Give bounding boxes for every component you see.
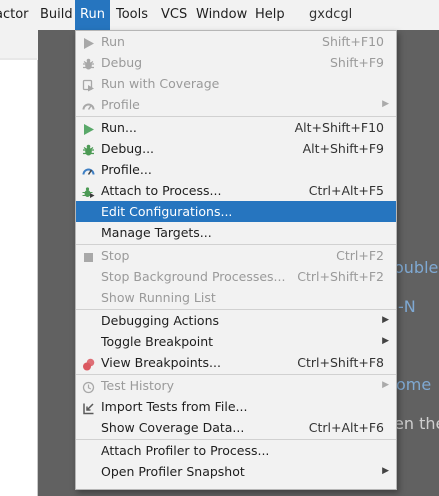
profile-icon <box>82 98 95 111</box>
menu-item-label: Run... <box>101 120 137 135</box>
attach-icon <box>82 184 95 198</box>
menu-item-debug: Debug Shift+F9 <box>76 52 396 73</box>
menu-run[interactable]: Run <box>75 0 110 30</box>
menu-item-label: Profile <box>101 97 140 112</box>
debug-icon <box>82 56 95 70</box>
menu-item-label: Import Tests from File... <box>101 399 248 414</box>
submenu-arrow-icon: ▶ <box>382 99 389 109</box>
menu-item-label: Run <box>101 34 125 49</box>
menu-item-profile: Profile ▶ <box>76 94 396 115</box>
project-name: gxdcgl <box>309 7 353 22</box>
menu-bar: actor BuildRunTools VCS Window Help gxdcgl <box>0 0 439 30</box>
menu-item-shortcut: Shift+F10 <box>322 34 384 49</box>
menu-item-import-tests-from-file[interactable]: Import Tests from File... <box>76 396 396 417</box>
menu-item-stop-background-processes: Stop Background Processes... Ctrl+Shift+F… <box>76 266 396 287</box>
submenu-arrow-icon: ▶ <box>382 315 389 325</box>
menu-item-label: Profile... <box>101 162 152 177</box>
menu-item-label: Stop Background Processes... <box>101 269 286 284</box>
menu-item-stop: Stop Ctrl+F2 <box>76 245 396 266</box>
menu-item-shortcut: Ctrl+Alt+F5 <box>308 183 384 198</box>
background-text: ome <box>396 375 432 394</box>
menu-item-label: Attach Profiler to Process... <box>101 443 270 458</box>
menu-item-label: Show Coverage Data... <box>101 420 245 435</box>
menu-item-label: Debug... <box>101 141 155 156</box>
background-text: en the <box>394 414 439 433</box>
import-icon <box>82 400 95 415</box>
menu-help[interactable]: Help <box>255 0 285 30</box>
menu-item-attach-profiler-to-process[interactable]: Attach Profiler to Process... <box>76 440 396 461</box>
menu-tools[interactable]: Tools <box>116 0 148 30</box>
menu-item-shortcut: Alt+Shift+F9 <box>302 141 384 156</box>
menu-item-debugging-actions[interactable]: Debugging Actions ▶ <box>76 310 396 331</box>
menu-item-label: Attach to Process... <box>101 183 222 198</box>
coverage-icon <box>82 77 95 92</box>
submenu-arrow-icon: ▶ <box>382 380 389 390</box>
menu-vcs[interactable]: VCS <box>161 0 187 30</box>
menu-item-profile[interactable]: Profile... <box>76 159 396 180</box>
menu-item-edit-configurations[interactable]: Edit Configurations... <box>76 201 396 222</box>
run-menu-dropdown: Run Shift+F10 Debug Shift+F9 Run with Covera… <box>75 30 397 490</box>
profile-icon <box>82 163 95 176</box>
submenu-arrow-icon: ▶ <box>382 466 389 476</box>
menu-item-toggle-breakpoint[interactable]: Toggle Breakpoint ▶ <box>76 331 396 352</box>
menu-item-label: Open Profiler Snapshot <box>101 464 245 479</box>
background-text: -N <box>398 297 416 316</box>
menu-item-show-coverage-data[interactable]: Show Coverage Data... Ctrl+Alt+F6 <box>76 417 396 438</box>
menu-item-run[interactable]: Run... Alt+Shift+F10 <box>76 117 396 138</box>
menu-item-label: Debugging Actions <box>101 313 220 328</box>
menu-item-show-running-list: Show Running List <box>76 287 396 308</box>
menu-item-run: Run Shift+F10 <box>76 31 396 52</box>
menu-item-label: View Breakpoints... <box>101 355 221 370</box>
history-icon <box>82 379 95 394</box>
menu-item-open-profiler-snapshot[interactable]: Open Profiler Snapshot ▶ <box>76 461 396 482</box>
menu-item-shortcut: Ctrl+Shift+F8 <box>297 355 384 370</box>
menu-item-debug[interactable]: Debug... Alt+Shift+F9 <box>76 138 396 159</box>
project-tool-window <box>0 60 38 496</box>
menu-item-label: Show Running List <box>101 290 216 305</box>
submenu-arrow-icon: ▶ <box>382 336 389 346</box>
debug-icon <box>82 142 95 156</box>
menu-item-run-with-coverage: Run with Coverage <box>76 73 396 94</box>
menu-item-label: Test History <box>101 378 175 393</box>
run-icon <box>82 35 95 49</box>
menu-item-shortcut: Shift+F9 <box>329 55 384 70</box>
menu-item-attach-to-process[interactable]: Attach to Process... Ctrl+Alt+F5 <box>76 180 396 201</box>
menu-item-label: Run with Coverage <box>101 76 220 91</box>
menu-item-label: Edit Configurations... <box>101 204 233 219</box>
menu-actor[interactable]: actor <box>0 0 29 30</box>
menu-window[interactable]: Window <box>196 0 247 30</box>
stop-icon <box>82 249 95 262</box>
menu-item-shortcut: Ctrl+Shift+F2 <box>297 269 384 284</box>
menu-item-label: Stop <box>101 248 130 263</box>
background-text: ouble <box>394 258 439 277</box>
menu-item-label: Manage Targets... <box>101 225 212 240</box>
menu-item-test-history: Test History ▶ <box>76 375 396 396</box>
menu-item-label: Debug <box>101 55 143 70</box>
menu-item-shortcut: Alt+Shift+F10 <box>294 120 384 135</box>
menu-item-label: Toggle Breakpoint <box>101 334 214 349</box>
run-icon <box>82 121 95 135</box>
breakpoints-icon <box>82 356 95 371</box>
menu-item-view-breakpoints[interactable]: View Breakpoints... Ctrl+Shift+F8 <box>76 352 396 373</box>
menu-build[interactable]: Build <box>40 0 73 30</box>
menu-item-shortcut: Ctrl+Alt+F6 <box>308 420 384 435</box>
menu-item-manage-targets[interactable]: Manage Targets... <box>76 222 396 243</box>
menu-item-shortcut: Ctrl+F2 <box>336 248 384 263</box>
